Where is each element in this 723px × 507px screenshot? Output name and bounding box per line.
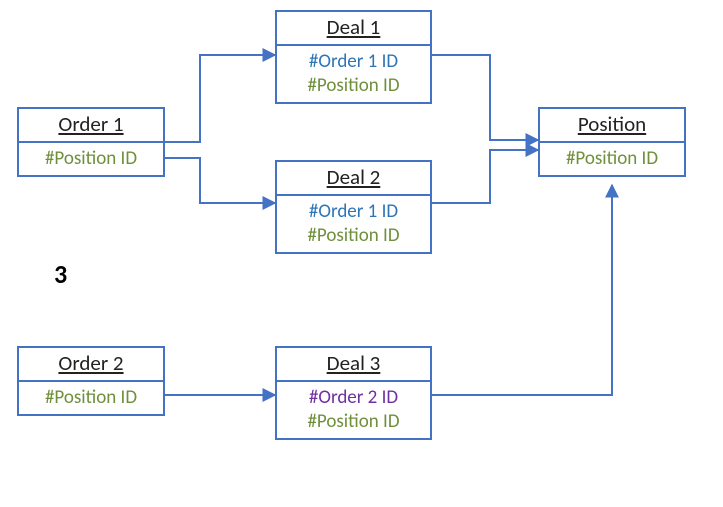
edge-deal3-position <box>432 185 612 395</box>
node-deal1-field-1: #Position ID <box>307 74 399 98</box>
separator <box>277 194 430 196</box>
node-deal1-field-0: #Order 1 ID <box>309 50 398 74</box>
node-order1: Order 1 #Position ID <box>17 107 165 177</box>
node-deal2: Deal 2 #Order 1 ID #Position ID <box>275 160 432 254</box>
node-deal3-field-1: #Position ID <box>307 410 399 434</box>
node-deal2-title: Deal 2 <box>327 162 381 190</box>
node-position-fields: #Position ID <box>566 147 658 175</box>
edge-deal2-position <box>432 150 538 203</box>
node-order2-title: Order 2 <box>58 348 123 376</box>
separator <box>277 380 430 382</box>
node-position: Position #Position ID <box>538 107 686 177</box>
separator <box>19 380 163 382</box>
separator <box>540 141 684 143</box>
node-deal1: Deal 1 #Order 1 ID #Position ID <box>275 10 432 104</box>
node-order2-fields: #Position ID <box>45 386 137 414</box>
node-deal3-field-0: #Order 2 ID <box>309 386 398 410</box>
node-deal2-field-0: #Order 1 ID <box>309 200 398 224</box>
side-label-b: 3 <box>54 258 67 290</box>
node-deal3-fields: #Order 2 ID #Position ID <box>307 386 399 438</box>
node-order1-field-0: #Position ID <box>45 147 137 171</box>
separator <box>277 44 430 46</box>
node-deal2-field-1: #Position ID <box>307 224 399 248</box>
edge-order1-deal1 <box>165 55 275 142</box>
edge-deal1-position <box>432 55 538 140</box>
node-deal2-fields: #Order 1 ID #Position ID <box>307 200 399 252</box>
node-order2: Order 2 #Position ID <box>17 346 165 416</box>
node-order2-field-0: #Position ID <box>45 386 137 410</box>
node-order1-fields: #Position ID <box>45 147 137 175</box>
node-deal1-title: Deal 1 <box>327 12 381 40</box>
node-deal3: Deal 3 #Order 2 ID #Position ID <box>275 346 432 440</box>
separator <box>19 141 163 143</box>
node-order1-title: Order 1 <box>58 109 123 137</box>
node-deal3-title: Deal 3 <box>327 348 381 376</box>
node-deal1-fields: #Order 1 ID #Position ID <box>307 50 399 102</box>
edge-order1-deal2 <box>165 158 275 203</box>
node-position-field-0: #Position ID <box>566 147 658 171</box>
node-position-title: Position <box>578 109 646 137</box>
